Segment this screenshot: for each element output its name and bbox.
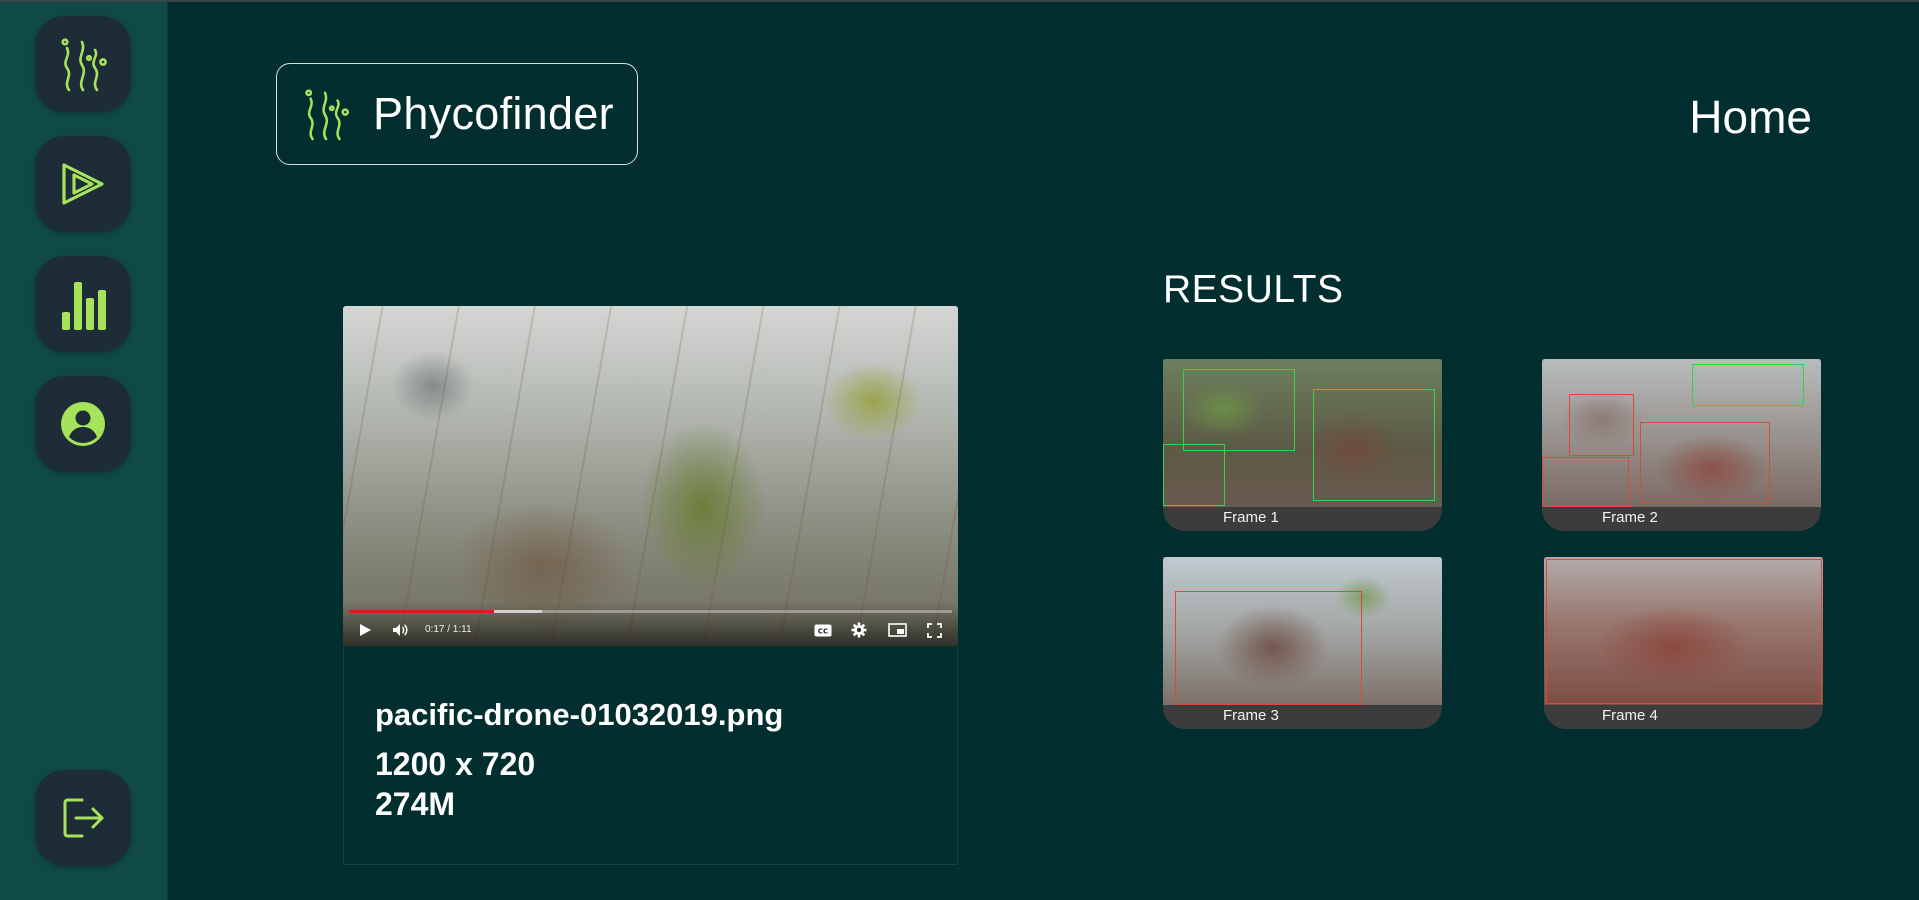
play-icon [359,624,371,636]
seaweed-logo-icon [61,38,107,92]
file-dimensions: 1200 x 720 [375,746,536,782]
frame-thumbnail [1163,359,1442,507]
file-info-panel: pacific-drone-01032019.png 1200 x 720 27… [343,647,958,865]
fullscreen-icon [926,622,942,638]
result-frame-1[interactable]: Frame 1 [1163,359,1442,531]
play-button[interactable] [357,621,373,639]
frame-label: Frame 4 [1602,707,1658,724]
app-name: Phycofinder [373,88,614,139]
account-icon [61,402,105,446]
sidebar-account-button[interactable] [35,376,131,472]
file-name: pacific-drone-01032019.png [375,697,784,732]
app-logo[interactable]: Phycofinder [276,63,638,165]
captions-button[interactable]: CC [813,621,833,639]
progress-bar[interactable] [349,610,952,613]
logout-icon [63,798,104,838]
frame-label: Frame 1 [1223,509,1279,526]
result-frame-3[interactable]: Frame 3 [1163,557,1442,729]
frame-label: Frame 3 [1223,707,1279,724]
bar-chart-icon [62,282,106,330]
settings-button[interactable] [850,621,868,639]
home-link[interactable]: Home [1689,90,1812,144]
miniplayer-button[interactable] [887,621,907,639]
result-frame-2[interactable]: Frame 2 [1542,359,1821,531]
fullscreen-button[interactable] [925,621,943,639]
frame-thumbnail [1542,359,1821,507]
gear-icon [851,622,867,638]
frame-thumbnail [1544,557,1823,705]
played-fill [349,610,494,613]
volume-button[interactable] [391,621,409,639]
results-title: RESULTS [1163,268,1344,311]
video-frame [343,306,958,646]
svg-text:CC: CC [818,627,828,635]
video-controls: 0:17 / 1:11 CC [343,602,958,646]
miniplayer-icon [887,623,907,637]
seaweed-logo-icon [305,89,349,141]
captions-icon: CC [814,624,832,636]
sidebar-logo-button[interactable] [35,16,131,112]
sidebar [0,2,168,900]
video-player[interactable]: 0:17 / 1:11 CC [343,306,958,646]
play-icon [62,163,104,205]
result-frame-4[interactable]: Frame 4 [1544,557,1823,729]
frame-thumbnail [1163,557,1442,705]
time-display: 0:17 / 1:11 [425,624,472,635]
file-size: 274M [375,786,456,822]
sidebar-stats-button[interactable] [35,256,131,352]
frame-label: Frame 2 [1602,509,1658,526]
volume-icon [392,624,407,636]
sidebar-logout-button[interactable] [35,770,131,866]
sidebar-play-button[interactable] [35,136,131,232]
